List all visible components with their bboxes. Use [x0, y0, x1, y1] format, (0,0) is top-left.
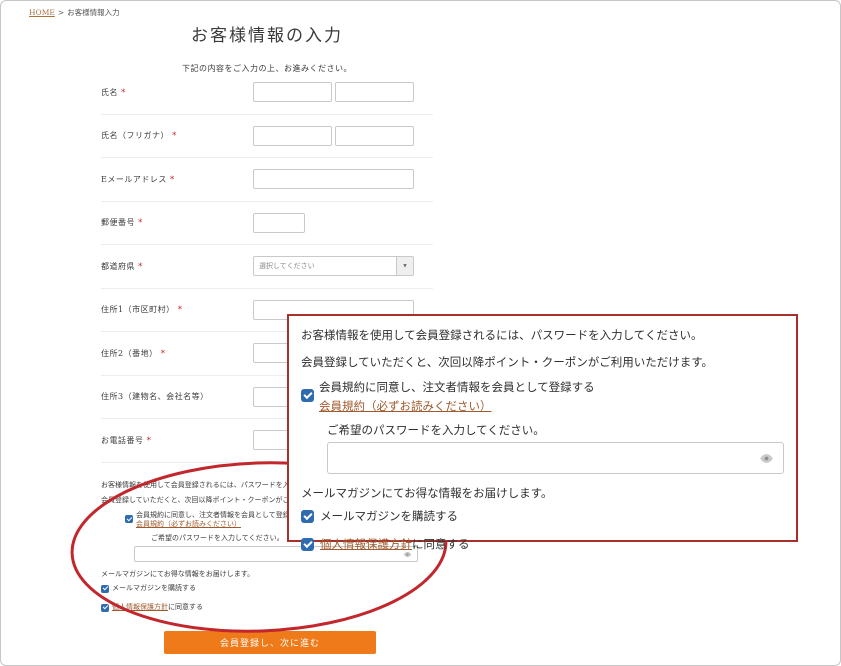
email-label: Eメールアドレス*: [101, 174, 253, 185]
form-row-name: 氏名*: [101, 71, 433, 115]
breadcrumb: HOME>お客様情報入力: [29, 7, 120, 18]
required-mark: *: [147, 436, 152, 446]
privacy-label: 個人情報保護方針に同意する: [112, 603, 203, 612]
zoom-password-label: ご希望のパスワードを入力してください。: [327, 423, 784, 438]
privacy-policy-link[interactable]: 個人情報保護方針: [112, 603, 168, 611]
required-mark: *: [161, 349, 166, 359]
last-name-input[interactable]: [253, 82, 332, 102]
breadcrumb-separator: >: [58, 8, 64, 17]
zoom-newsletter-label: メールマガジンを購読する: [320, 509, 458, 524]
prefecture-select[interactable]: 選択してください ▼: [253, 256, 414, 276]
required-mark: *: [138, 218, 143, 228]
zoom-privacy-policy-link[interactable]: 個人情報保護方針: [320, 537, 412, 551]
zoom-terms-agree-checkbox[interactable]: [301, 389, 314, 402]
form-row-prefecture: 都道府県* 選択してください ▼: [101, 245, 433, 289]
zoom-newsletter-info-text: メールマガジンにてお得な情報をお届けします。: [301, 486, 784, 501]
zoom-terms-link[interactable]: 会員規約（必ずお読みください）: [319, 399, 492, 414]
zoom-callout: お客様情報を使用して会員登録されるには、パスワードを入力してください。 会員登録…: [287, 314, 798, 542]
zoom-password-input[interactable]: [327, 442, 784, 474]
terms-link[interactable]: 会員規約（必ずお読みください）: [136, 520, 241, 528]
phone-label: お電話番号*: [101, 435, 253, 446]
newsletter-info-text: メールマガジンにてお得な情報をお届けします。: [101, 570, 433, 579]
newsletter-label: メールマガジンを購読する: [112, 584, 196, 593]
form-row-kana: 氏名（フリガナ）*: [101, 115, 433, 159]
form-row-postal: 郵便番号*: [101, 202, 433, 246]
required-mark: *: [138, 262, 143, 272]
required-mark: *: [170, 175, 175, 185]
customer-info-page: HOME>お客様情報入力 お客様情報の入力 下記の内容をご入力の上、お進みくださ…: [0, 0, 841, 666]
address2-label: 住所2（番地）*: [101, 348, 253, 359]
postal-code-input[interactable]: [253, 213, 305, 233]
first-name-kana-input[interactable]: [335, 126, 414, 146]
email-input[interactable]: [253, 169, 414, 189]
prefecture-label: 都道府県*: [101, 261, 253, 272]
zoom-privacy-label: 個人情報保護方針に同意する: [320, 537, 470, 552]
postal-label: 郵便番号*: [101, 217, 253, 228]
zoom-member-benefit-text: 会員登録していただくと、次回以降ポイント・クーポンがご利用いただけます。: [301, 355, 784, 370]
address3-label: 住所3（建物名、会社名等）: [101, 391, 253, 402]
terms-agree-checkbox[interactable]: [125, 515, 133, 523]
first-name-input[interactable]: [335, 82, 414, 102]
chevron-down-icon[interactable]: ▼: [396, 257, 413, 275]
zoom-privacy-checkbox[interactable]: [301, 538, 314, 551]
zoom-terms-agree-label: 会員規約に同意し、注文者情報を会員として登録する: [319, 380, 595, 395]
breadcrumb-home-link[interactable]: HOME: [29, 8, 55, 17]
address1-label: 住所1（市区町村）*: [101, 304, 253, 315]
zoom-eye-icon[interactable]: [759, 451, 774, 470]
newsletter-checkbox[interactable]: [101, 585, 109, 593]
last-name-kana-input[interactable]: [253, 126, 332, 146]
register-and-next-button[interactable]: 会員登録し、次に進む: [164, 631, 376, 654]
page-title: お客様情報の入力: [101, 21, 433, 46]
form-row-email: Eメールアドレス*: [101, 158, 433, 202]
required-mark: *: [172, 131, 177, 141]
required-mark: *: [178, 305, 183, 315]
page-header: お客様情報の入力 下記の内容をご入力の上、お進みください。: [101, 21, 433, 74]
required-mark: *: [121, 88, 126, 98]
prefecture-select-value: 選択してください: [254, 257, 396, 275]
privacy-checkbox[interactable]: [101, 604, 109, 612]
breadcrumb-current: お客様情報入力: [67, 8, 120, 17]
zoom-newsletter-checkbox[interactable]: [301, 510, 314, 523]
kana-label: 氏名（フリガナ）*: [101, 130, 253, 141]
name-label: 氏名*: [101, 87, 253, 98]
zoom-member-intro-text: お客様情報を使用して会員登録されるには、パスワードを入力してください。: [301, 328, 784, 343]
terms-agree-label: 会員規約に同意し、注文者情報を会員として登録する: [136, 511, 304, 520]
